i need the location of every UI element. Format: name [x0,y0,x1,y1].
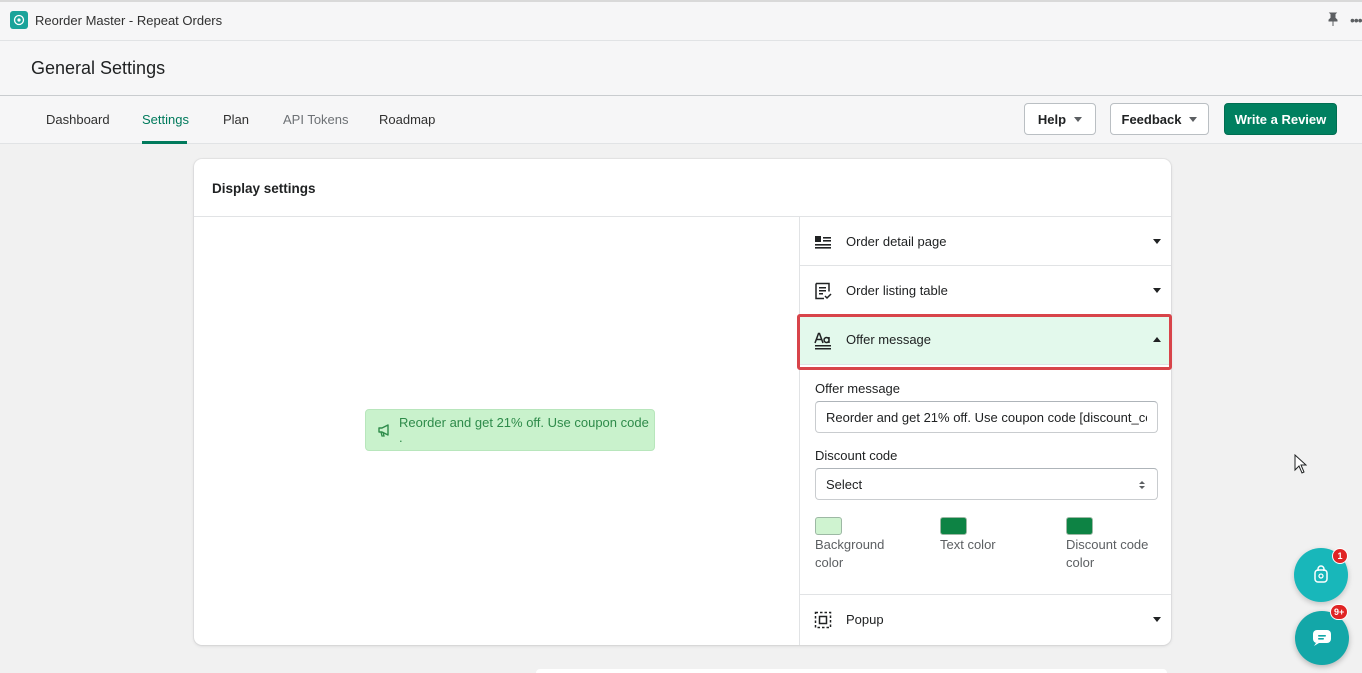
card-header: Display settings [194,159,1171,217]
chevron-down-icon [1153,239,1161,244]
reorder-widget-button[interactable]: 1 [1294,548,1348,602]
tab-settings[interactable]: Settings [142,112,189,127]
app-bar: Reorder Master - Repeat Orders ••• [0,0,1362,41]
accordion-popup[interactable]: Popup [800,594,1171,645]
feedback-button[interactable]: Feedback [1110,103,1209,135]
accordion-label: Popup [846,612,884,627]
text-color-swatch[interactable] [940,517,967,535]
accordion-label: Order detail page [846,234,947,249]
text-style-icon [814,332,831,350]
notification-badge: 1 [1332,548,1348,564]
chevron-down-icon [1074,116,1083,122]
text-color-label: Text color [940,537,996,552]
title-bar: General Settings [0,41,1362,96]
discount-code-selected: Select [826,477,863,492]
offer-message-preview: Reorder and get 21% off. Use coupon code… [365,409,655,451]
tab-plan[interactable]: Plan [223,112,249,127]
reorder-icon [1314,565,1328,583]
background-color-swatch[interactable] [815,517,842,535]
order-detail-icon [815,236,831,249]
mouse-cursor-icon [1294,454,1307,474]
megaphone-icon [377,423,391,437]
pin-icon[interactable] [1327,12,1339,26]
feedback-button-label: Feedback [1121,111,1182,127]
tab-roadmap[interactable]: Roadmap [379,112,435,127]
settings-panel: Order detail page Order listing table Of… [799,217,1171,645]
discount-code-color-swatch[interactable] [1066,517,1093,535]
preview-area: Reorder and get 21% off. Use coupon code… [194,217,799,645]
tab-bar: Dashboard Settings Plan API Tokens Roadm… [0,96,1362,144]
next-card-edge [536,669,1167,673]
accordion-offer-message[interactable]: Offer message [800,315,1171,365]
write-review-button[interactable]: Write a Review [1224,103,1337,135]
app-title: Reorder Master - Repeat Orders [35,13,223,28]
tab-dashboard[interactable]: Dashboard [46,112,110,127]
order-listing-icon [815,282,832,300]
accordion-label: Offer message [846,332,932,347]
active-tab-indicator [142,141,187,144]
discount-code-color-label: Discount code color [1066,537,1149,570]
chat-icon [1313,630,1331,646]
app-logo-icon [10,11,28,29]
accordion-order-detail-page[interactable]: Order detail page [800,217,1171,266]
select-arrows-icon [1139,481,1145,489]
offer-message-input[interactable] [815,401,1158,433]
card-title: Display settings [212,181,316,196]
chevron-down-icon [1153,617,1161,622]
chevron-down-icon [1189,116,1198,122]
help-button[interactable]: Help [1024,103,1096,135]
offer-preview-text: Reorder and get 21% off. Use coupon code… [399,415,649,445]
display-settings-card: Display settings Reorder and get 21% off… [194,159,1171,645]
chevron-down-icon [1153,288,1161,293]
more-options-icon[interactable]: ••• [1350,12,1362,28]
discount-code-select[interactable]: Select [815,468,1158,500]
accordion-order-listing-table[interactable]: Order listing table [800,266,1171,315]
chat-unread-badge: 9+ [1330,604,1349,620]
help-button-label: Help [1037,111,1067,127]
offer-message-label: Offer message [815,381,901,396]
chevron-up-icon [1153,337,1161,342]
page-title: General Settings [31,58,166,78]
background-color-label: Background color [815,537,885,570]
discount-code-label: Discount code [815,448,898,463]
tab-api-tokens[interactable]: API Tokens [283,112,349,127]
chat-widget-button[interactable]: 9+ [1295,604,1349,665]
popup-icon [814,611,832,629]
accordion-label: Order listing table [846,283,948,298]
